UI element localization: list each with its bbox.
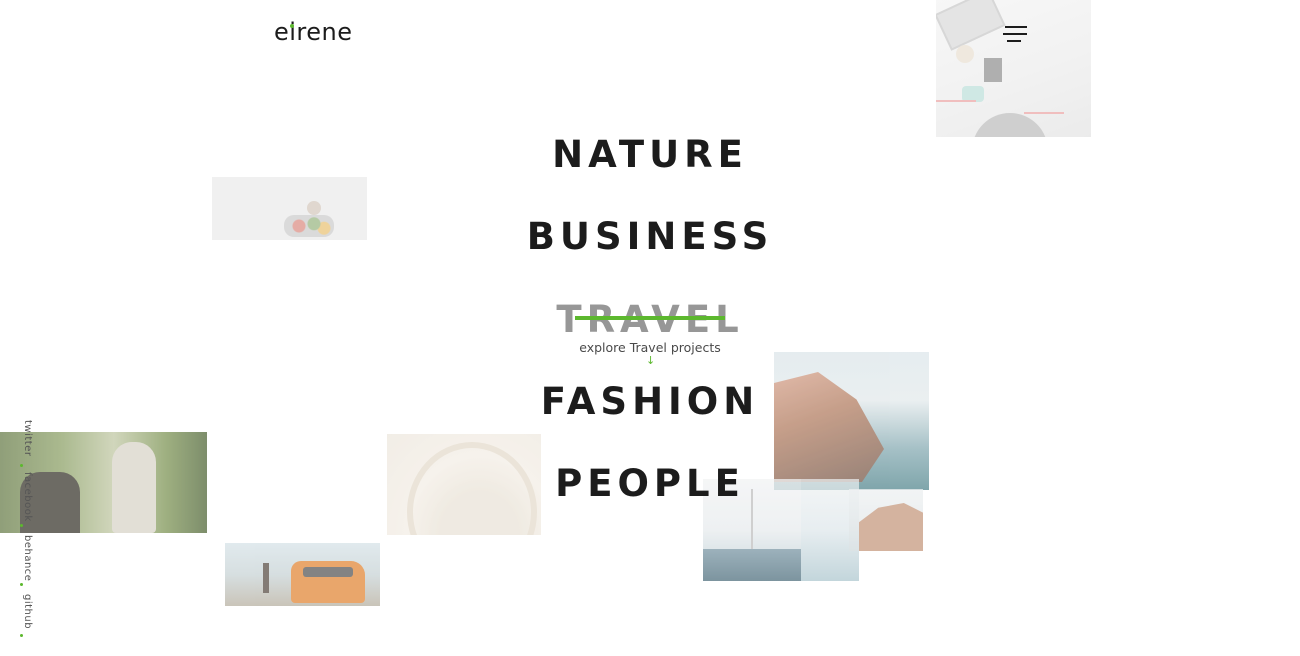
social-twitter: twitter (14, 420, 44, 480)
category-nature: NATURE (0, 133, 1300, 176)
red-line (1024, 112, 1064, 114)
down-arrow-icon: ↓ (646, 354, 656, 367)
category-nature-link[interactable]: NATURE (552, 133, 748, 176)
social-behance: behance (14, 535, 44, 595)
van-window-shape (303, 567, 353, 577)
facebook-link[interactable]: facebook (22, 472, 33, 522)
category-people: PEOPLE (0, 462, 1300, 505)
hamburger-menu-icon[interactable] (1003, 25, 1029, 43)
deck-shape (703, 549, 801, 581)
page: eirene NATURE BUSINESS TRAVEL explore Tr… (0, 0, 1300, 656)
category-fashion: FASHION (0, 380, 1300, 423)
category-business-link[interactable]: BUSINESS (527, 215, 774, 258)
social-facebook: facebook (14, 472, 44, 532)
github-link[interactable]: github (22, 594, 33, 629)
menu-line (1003, 33, 1027, 35)
social-dot (20, 524, 23, 527)
menu-line (1007, 40, 1021, 42)
behance-link[interactable]: behance (22, 535, 33, 581)
category-fashion-link[interactable]: FASHION (541, 380, 759, 423)
explore-travel-link[interactable]: explore Travel projects (0, 340, 1300, 355)
desk-photo (936, 0, 1091, 137)
logo-text: eirene (274, 18, 353, 46)
rock-shape (859, 503, 923, 551)
cup-shape (956, 45, 974, 63)
category-business: BUSINESS (0, 215, 1300, 258)
social-dot (20, 634, 23, 637)
explore-label: explore Travel projects (579, 340, 721, 355)
social-github: github (14, 594, 44, 637)
person-shape (263, 563, 269, 593)
laptop-shape (936, 0, 1006, 51)
menu-line (1005, 26, 1027, 28)
logo-dot (290, 24, 294, 28)
active-strike-line (575, 316, 725, 320)
red-line (936, 100, 976, 102)
orange-van-photo (225, 543, 380, 606)
category-people-link[interactable]: PEOPLE (555, 462, 745, 505)
social-dot (20, 583, 23, 586)
twitter-link[interactable]: twitter (22, 420, 33, 456)
social-dot (20, 464, 23, 467)
passport-shape (984, 58, 1002, 82)
person-head-shape (307, 201, 321, 215)
logo[interactable]: eirene (274, 18, 353, 46)
